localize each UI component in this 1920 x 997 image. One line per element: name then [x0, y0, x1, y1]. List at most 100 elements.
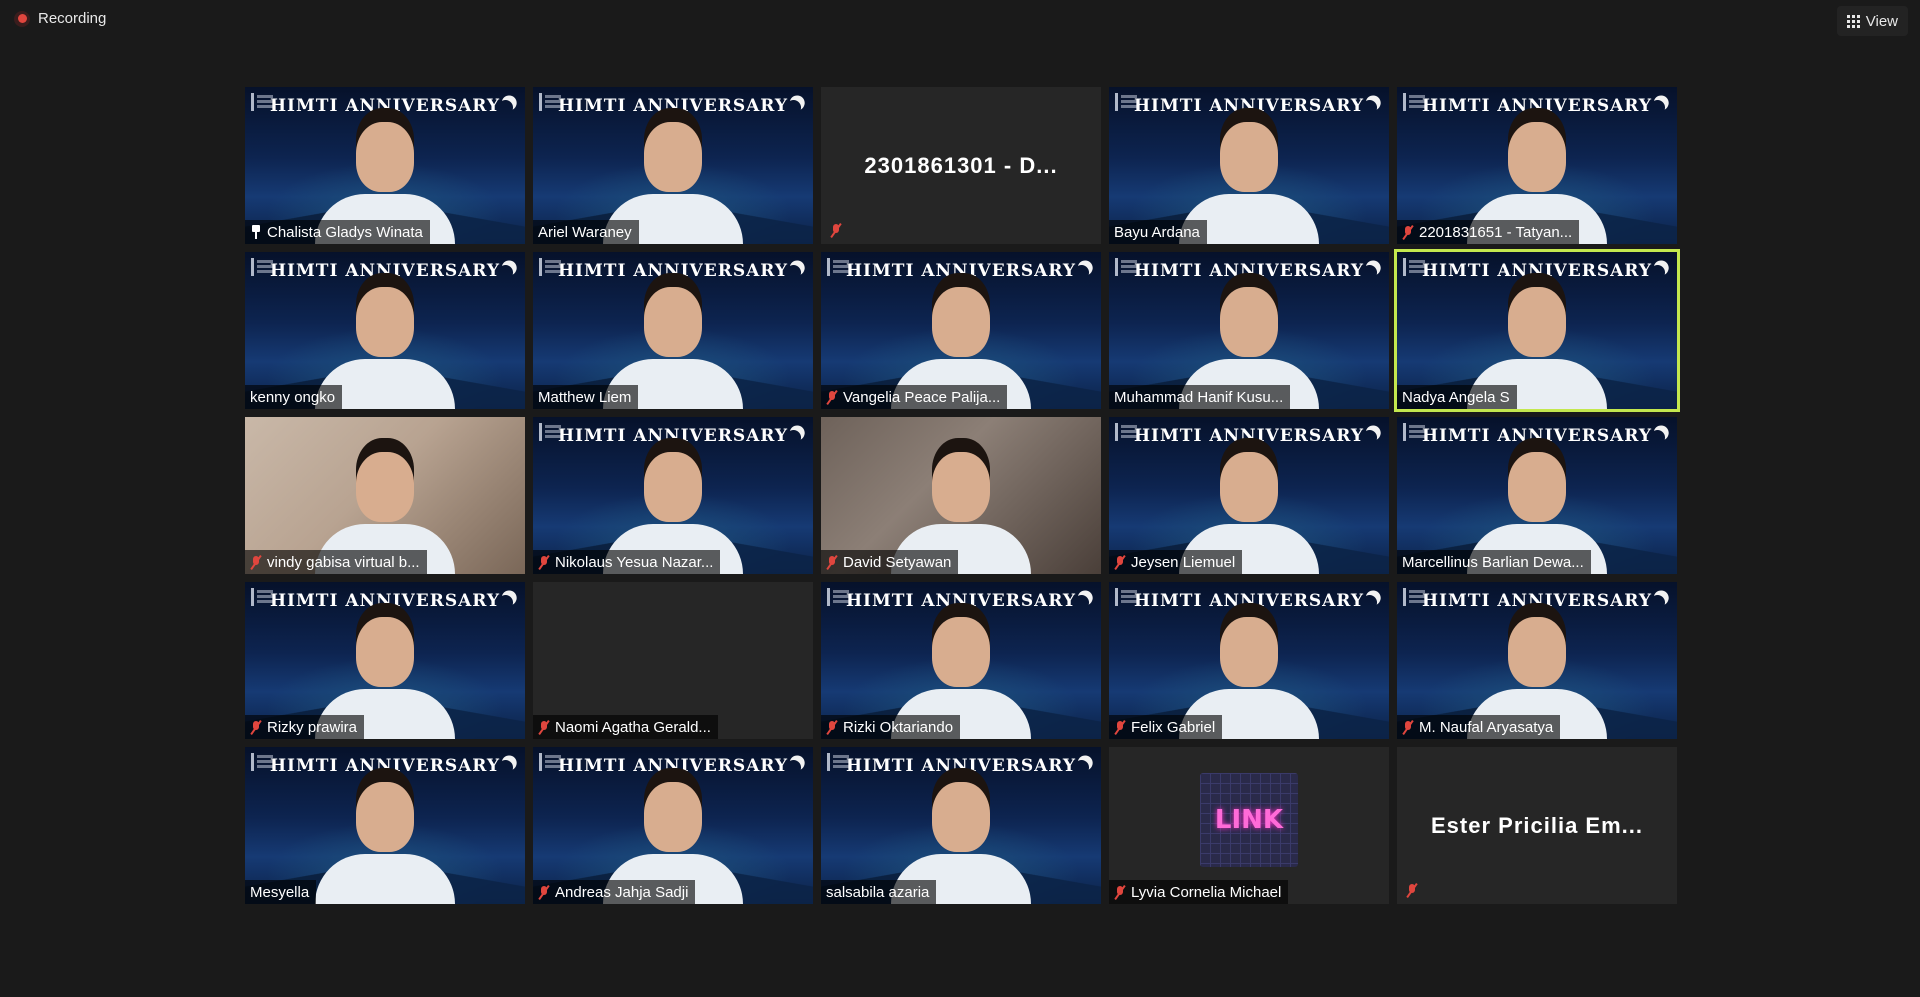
participant-name: Rizki Oktariando: [843, 718, 954, 736]
participant-name: M. Naufal Aryasatya: [1419, 718, 1554, 736]
participant-tile[interactable]: HIMTI ANNIVERSARY Marcellinus Barlian Dew…: [1397, 417, 1677, 574]
participant-nameplate: vindy gabisa virtual b...: [245, 550, 427, 574]
participant-tile[interactable]: HIMTI ANNIVERSARY Nikolaus Yesua Nazar...: [533, 417, 813, 574]
muted-mic-icon: [1402, 720, 1414, 735]
participant-tile[interactable]: HIMTI ANNIVERSARY Matthew Liem: [533, 252, 813, 409]
participant-tile[interactable]: Naomi Agatha Gerald...: [533, 582, 813, 739]
recording-dot-icon: [14, 10, 30, 27]
participant-nameplate: Rizky prawira: [245, 715, 365, 739]
participant-nameplate: Felix Gabriel: [1109, 715, 1223, 739]
anniversary-banner: HIMTI ANNIVERSARY: [269, 756, 501, 776]
participant-tile[interactable]: HIMTI ANNIVERSARY Bayu Ardana: [1109, 87, 1389, 244]
anniversary-banner: HIMTI ANNIVERSARY: [557, 96, 789, 116]
participant-tile[interactable]: HIMTI ANNIVERSARY salsabila azaria: [821, 747, 1101, 904]
participant-tile[interactable]: vindy gabisa virtual b...: [245, 417, 525, 574]
muted-mic-icon: [826, 555, 838, 570]
participant-nameplate: Nikolaus Yesua Nazar...: [533, 550, 721, 574]
participant-name: Chalista Gladys Winata: [267, 223, 423, 241]
participant-nameplate: Nadya Angela S: [1397, 385, 1517, 409]
muted-mic-icon: [1402, 225, 1414, 240]
pin-icon: [250, 225, 262, 239]
participant-nameplate: Rizki Oktariando: [821, 715, 961, 739]
participant-tile[interactable]: HIMTI ANNIVERSARY Nadya Angela S: [1394, 249, 1680, 412]
recording-label: Recording: [38, 10, 107, 27]
participant-nameplate: Vangelia Peace Palija...: [821, 385, 1008, 409]
participant-name: Andreas Jahja Sadji: [555, 883, 689, 901]
participant-nameplate: Mesyella: [245, 880, 317, 904]
anniversary-banner: HIMTI ANNIVERSARY: [269, 96, 501, 116]
muted-mic-icon: [538, 555, 550, 570]
participant-tile[interactable]: HIMTI ANNIVERSARY Mesyella: [245, 747, 525, 904]
participant-tile[interactable]: HIMTI ANNIVERSARY kenny ongko: [245, 252, 525, 409]
participant-tile[interactable]: HIMTI ANNIVERSARY Rizky prawira: [245, 582, 525, 739]
participant-nameplate: Andreas Jahja Sadji: [533, 880, 696, 904]
participant-name: Naomi Agatha Gerald...: [555, 718, 711, 736]
participant-nameplate: David Setyawan: [821, 550, 959, 574]
anniversary-banner: HIMTI ANNIVERSARY: [269, 261, 501, 281]
participant-tile[interactable]: HIMTI ANNIVERSARY Rizki Oktariando: [821, 582, 1101, 739]
participant-nameplate: Ariel Waraney: [533, 220, 639, 244]
participant-tile[interactable]: HIMTI ANNIVERSARY Muhammad Hanif Kusu...: [1109, 252, 1389, 409]
participant-nameplate: Lyvia Cornelia Michael: [1109, 880, 1289, 904]
participant-name: Jeysen Liemuel: [1131, 553, 1236, 571]
participant-nameplate: Jeysen Liemuel: [1109, 550, 1243, 574]
participant-name: Marcellinus Barlian Dewa...: [1402, 553, 1584, 571]
participant-gallery: HIMTI ANNIVERSARY Chalista Gladys Winata H…: [245, 87, 1680, 904]
muted-mic-icon: [826, 720, 838, 735]
anniversary-banner: HIMTI ANNIVERSARY: [1421, 261, 1653, 281]
participant-name: Rizky prawira: [267, 718, 358, 736]
muted-mic-icon: [1114, 720, 1126, 735]
muted-mic-icon: [538, 720, 550, 735]
participant-tile[interactable]: HIMTI ANNIVERSARY Vangelia Peace Palija..…: [821, 252, 1101, 409]
participant-tile[interactable]: HIMTI ANNIVERSARY Felix Gabriel: [1109, 582, 1389, 739]
participant-name: David Setyawan: [843, 553, 952, 571]
view-button-label: View: [1865, 12, 1898, 30]
muted-mic-icon: [1114, 555, 1126, 570]
participant-tile[interactable]: HIMTI ANNIVERSARY Andreas Jahja Sadji: [533, 747, 813, 904]
participant-name: Lyvia Cornelia Michael: [1131, 883, 1282, 901]
anniversary-banner: HIMTI ANNIVERSARY: [557, 756, 789, 776]
participant-name-large: Ester Pricilia Em...: [1431, 812, 1643, 838]
link-logo-image: LINK: [1200, 773, 1298, 867]
participant-tile[interactable]: HIMTI ANNIVERSARY Chalista Gladys Winata: [245, 87, 525, 244]
participant-tile[interactable]: HIMTI ANNIVERSARY M. Naufal Aryasatya: [1397, 582, 1677, 739]
anniversary-banner: HIMTI ANNIVERSARY: [269, 591, 501, 611]
muted-mic-icon: [830, 223, 842, 238]
anniversary-banner: HIMTI ANNIVERSARY: [1421, 426, 1653, 446]
muted-mic-icon: [538, 885, 550, 900]
anniversary-banner: HIMTI ANNIVERSARY: [1421, 96, 1653, 116]
participant-name: kenny ongko: [250, 388, 336, 406]
anniversary-banner: HIMTI ANNIVERSARY: [845, 756, 1077, 776]
participant-tile[interactable]: Ester Pricilia Em...: [1397, 747, 1677, 904]
participant-nameplate: Marcellinus Barlian Dewa...: [1397, 550, 1591, 574]
participant-name: Ariel Waraney: [538, 223, 632, 241]
participant-nameplate: Muhammad Hanif Kusu...: [1109, 385, 1291, 409]
muted-mic-icon: [1406, 883, 1418, 898]
participant-nameplate: Naomi Agatha Gerald...: [533, 715, 718, 739]
participant-tile[interactable]: LINK Lyvia Cornelia Michael: [1109, 747, 1389, 904]
participant-name: Nikolaus Yesua Nazar...: [555, 553, 714, 571]
participant-name-large: 2301861301 - D...: [864, 152, 1058, 178]
participant-nameplate: M. Naufal Aryasatya: [1397, 715, 1561, 739]
participant-nameplate: kenny ongko: [245, 385, 343, 409]
grid-view-icon: [1846, 14, 1860, 28]
participant-name: 2201831651 - Tatyan...: [1419, 223, 1573, 241]
participant-tile[interactable]: HIMTI ANNIVERSARY Jeysen Liemuel: [1109, 417, 1389, 574]
participant-name: Muhammad Hanif Kusu...: [1114, 388, 1284, 406]
participant-tile[interactable]: HIMTI ANNIVERSARY 2201831651 - Tatyan...: [1397, 87, 1677, 244]
muted-mic-icon: [1114, 885, 1126, 900]
participant-nameplate: Chalista Gladys Winata: [245, 220, 430, 244]
participant-tile[interactable]: David Setyawan: [821, 417, 1101, 574]
link-logo-text: LINK: [1214, 805, 1284, 835]
participant-tile[interactable]: HIMTI ANNIVERSARY Ariel Waraney: [533, 87, 813, 244]
anniversary-banner: HIMTI ANNIVERSARY: [1133, 426, 1365, 446]
participant-name: vindy gabisa virtual b...: [267, 553, 420, 571]
participant-name: Nadya Angela S: [1402, 388, 1510, 406]
anniversary-banner: HIMTI ANNIVERSARY: [1133, 96, 1365, 116]
participant-name: Felix Gabriel: [1131, 718, 1216, 736]
participant-tile[interactable]: 2301861301 - D...: [821, 87, 1101, 244]
view-button[interactable]: View: [1836, 6, 1908, 36]
anniversary-banner: HIMTI ANNIVERSARY: [845, 261, 1077, 281]
participant-nameplate: salsabila azaria: [821, 880, 937, 904]
participant-nameplate: Bayu Ardana: [1109, 220, 1207, 244]
